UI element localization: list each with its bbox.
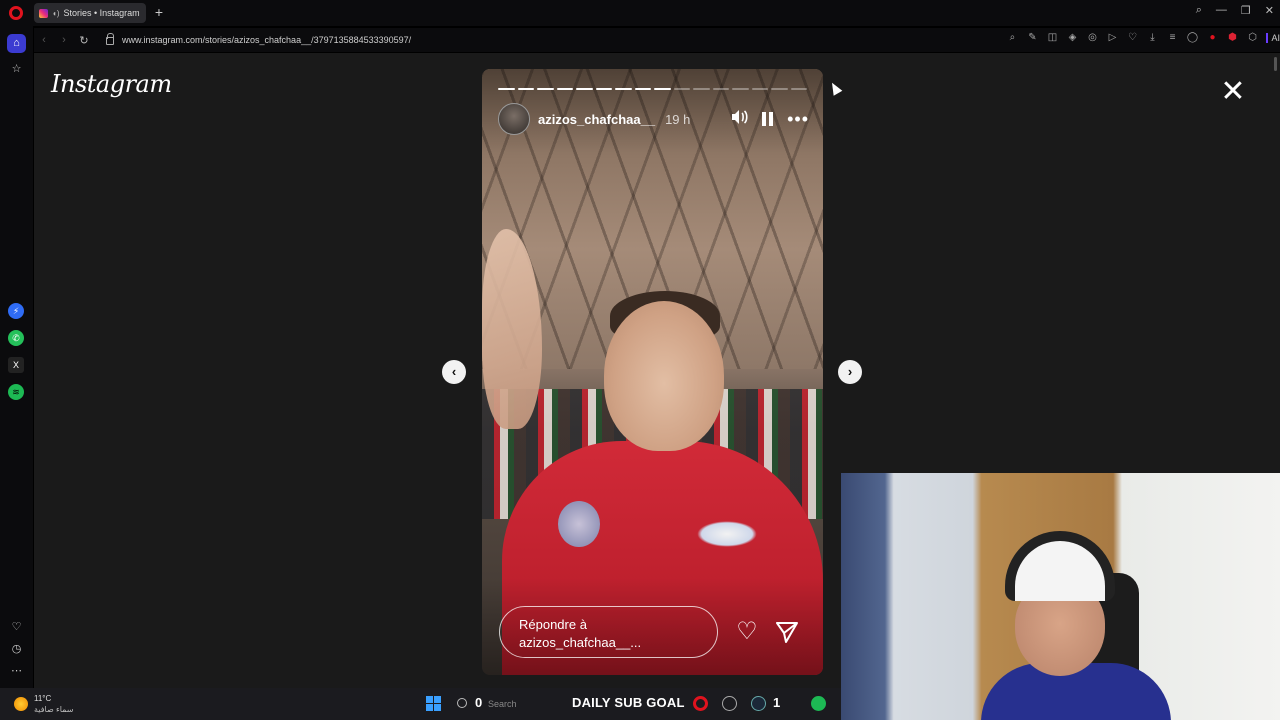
- taskbar-search-icon[interactable]: [457, 698, 467, 708]
- spotify-taskbar-icon[interactable]: [811, 696, 826, 711]
- minimize-button[interactable]: —: [1216, 4, 1227, 17]
- sub-goal-target: 1: [773, 695, 781, 710]
- previous-story-button[interactable]: ‹: [442, 360, 466, 384]
- windows-start-icon[interactable]: [426, 696, 441, 711]
- opera-taskbar-icon[interactable]: [693, 696, 708, 711]
- progress-segment: [732, 88, 749, 90]
- home-icon[interactable]: ⌂: [7, 34, 26, 53]
- progress-segment: [712, 88, 729, 90]
- cube-icon[interactable]: ⬡: [1246, 32, 1258, 43]
- progress-segment: [693, 88, 710, 90]
- download-icon[interactable]: ⤓: [1146, 32, 1158, 43]
- progress-segment: [576, 88, 593, 90]
- story-progress-bar: [498, 88, 807, 90]
- heart-icon[interactable]: ♡: [1126, 32, 1138, 43]
- tab-title: Stories • Instagram: [63, 8, 140, 18]
- opera-sidebar: ⌂ ☆ ⚡ ✆ X ≋ ♡ ◷ ⋯: [0, 26, 33, 688]
- tab-stories-instagram[interactable]: ◖) Stories • Instagram: [34, 3, 146, 23]
- like-heart-icon[interactable]: ♡: [734, 619, 760, 645]
- zoom-icon[interactable]: ⌕: [1006, 32, 1018, 43]
- steam-taskbar-icon[interactable]: [751, 696, 766, 711]
- story-controls: •••: [730, 109, 809, 129]
- close-window-button[interactable]: ✕: [1265, 4, 1274, 17]
- weather-sun-icon[interactable]: [14, 697, 28, 711]
- pause-icon[interactable]: [762, 112, 774, 126]
- vpn-icon[interactable]: ◎: [1086, 32, 1098, 43]
- webcam-overlay: [841, 473, 1280, 720]
- share-send-icon[interactable]: [774, 619, 800, 645]
- story-time: 19 h: [665, 111, 691, 127]
- sub-goal-count: 0: [475, 695, 483, 710]
- play-icon[interactable]: ▷: [1106, 32, 1118, 43]
- progress-segment: [790, 88, 807, 90]
- progress-segment: [654, 88, 671, 90]
- game-taskbar-icon[interactable]: [722, 696, 737, 711]
- taskbar-search-input[interactable]: Search: [488, 699, 517, 709]
- profile-icon[interactable]: ◯: [1186, 32, 1198, 43]
- progress-segment: [771, 88, 788, 90]
- more-options-icon[interactable]: •••: [787, 110, 809, 128]
- address-bar-tools: ⌕ ✎ ◫ ◈ ◎ ▷ ♡ ⤓ ≡ ◯ ● ⬢ ⬡ AI: [1006, 32, 1280, 43]
- volume-icon[interactable]: [730, 109, 748, 129]
- messenger-icon[interactable]: ⚡: [8, 303, 24, 319]
- whatsapp-icon[interactable]: ✆: [8, 330, 24, 346]
- restore-button[interactable]: ❐: [1241, 4, 1251, 17]
- story-media[interactable]: [482, 69, 823, 675]
- window-controls: ⌕ — ❐ ✕: [1196, 4, 1274, 17]
- speaker-icon[interactable]: ◖): [52, 9, 60, 18]
- progress-segment: [634, 88, 651, 90]
- story-shade: [482, 69, 823, 675]
- progress-segment: [517, 88, 534, 90]
- favorites-icon[interactable]: ♡: [7, 618, 26, 637]
- progress-segment: [751, 88, 768, 90]
- progress-segment: [615, 88, 632, 90]
- streamer: [981, 513, 1171, 720]
- star-icon[interactable]: ☆: [7, 60, 26, 79]
- instagram-favicon-icon: [39, 8, 48, 18]
- progress-segment: [673, 88, 690, 90]
- white-cap-headset: [1005, 531, 1115, 601]
- new-tab-button[interactable]: +: [152, 4, 166, 20]
- instagram-logo[interactable]: Instagram: [51, 70, 172, 98]
- url-field[interactable]: www.instagram.com/stories/azizos_chafcha…: [122, 35, 411, 45]
- forward-button[interactable]: ›: [54, 34, 74, 46]
- reply-input[interactable]: Répondre à azizos_chafchaa__...: [499, 606, 718, 658]
- extension-icon[interactable]: ●: [1206, 32, 1218, 43]
- address-bar: ‹ › ↻ www.instagram.com/stories/azizos_c…: [34, 28, 1280, 52]
- spotify-icon[interactable]: ≋: [8, 384, 24, 400]
- story-username[interactable]: azizos_chafchaa__: [538, 112, 655, 127]
- history-icon[interactable]: ◷: [7, 640, 26, 659]
- reply-placeholder-line1: Répondre à: [519, 617, 587, 632]
- menu-icon[interactable]: ≡: [1166, 32, 1178, 43]
- more-icon[interactable]: ⋯: [7, 662, 26, 681]
- back-button[interactable]: ‹: [34, 34, 54, 46]
- reply-placeholder-line2: azizos_chafchaa__...: [519, 635, 642, 650]
- edit-icon[interactable]: ✎: [1026, 32, 1038, 43]
- weather-temperature: 11°C: [34, 694, 52, 703]
- opera-logo-icon[interactable]: [9, 6, 23, 20]
- x-icon[interactable]: X: [8, 357, 24, 373]
- aria-ai-button[interactable]: AI: [1266, 32, 1280, 43]
- avatar[interactable]: [498, 103, 530, 135]
- next-story-button[interactable]: ›: [838, 360, 862, 384]
- lock-icon[interactable]: [106, 33, 114, 45]
- search-tabs-icon[interactable]: ⌕: [1196, 4, 1202, 17]
- reload-button[interactable]: ↻: [74, 34, 94, 47]
- progress-segment: [556, 88, 573, 90]
- progress-segment: [595, 88, 612, 90]
- shield-icon[interactable]: ◈: [1066, 32, 1078, 43]
- progress-segment: [498, 88, 515, 90]
- progress-segment: [537, 88, 554, 90]
- close-story-button[interactable]: ✕: [1219, 77, 1247, 107]
- windows-taskbar: 11°C سماء صافية: [0, 688, 841, 720]
- adblock-icon[interactable]: ⬢: [1226, 32, 1238, 43]
- sub-goal-label: DAILY SUB GOAL: [572, 695, 685, 710]
- camera-icon[interactable]: ◫: [1046, 32, 1058, 43]
- story-header: azizos_chafchaa__ 19 h •••: [498, 103, 809, 135]
- tab-bar: ◖) Stories • Instagram + ⌕ — ❐ ✕: [0, 0, 1280, 26]
- weather-description: سماء صافية: [34, 705, 74, 714]
